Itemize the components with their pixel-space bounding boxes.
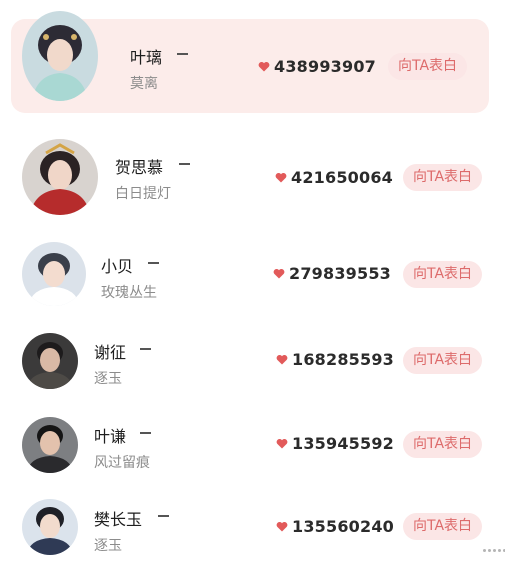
heart-icon bbox=[258, 61, 270, 72]
score: 135560240 bbox=[276, 517, 394, 536]
role-name: 逐玉 bbox=[94, 538, 122, 554]
heart-icon bbox=[276, 438, 288, 449]
score: 438993907 bbox=[258, 57, 376, 76]
role-name: 玫瑰丛生 bbox=[101, 285, 157, 301]
watermark-dots bbox=[483, 549, 505, 552]
score-value: 438993907 bbox=[274, 57, 376, 76]
role-name: 莫离 bbox=[130, 76, 158, 92]
score: 421650064 bbox=[275, 168, 393, 187]
avatar[interactable] bbox=[22, 417, 78, 473]
heart-icon bbox=[273, 268, 285, 279]
score: 279839553 bbox=[273, 264, 391, 283]
score-value: 135945592 bbox=[292, 434, 394, 453]
user-name[interactable]: 谢征 bbox=[94, 339, 126, 363]
user-name[interactable]: 小贝 bbox=[101, 253, 133, 277]
confess-button[interactable]: 向TA表白 bbox=[388, 53, 468, 80]
user-name[interactable]: 叶璃 bbox=[130, 44, 162, 68]
role-name: 白日提灯 bbox=[115, 186, 171, 202]
divider-dash bbox=[177, 53, 188, 55]
avatar[interactable] bbox=[22, 333, 78, 389]
score-value: 168285593 bbox=[292, 350, 394, 369]
score: 135945592 bbox=[276, 434, 394, 453]
user-name[interactable]: 樊长玉 bbox=[94, 506, 142, 530]
score-value: 421650064 bbox=[291, 168, 393, 187]
user-name[interactable]: 贺思慕 bbox=[115, 154, 163, 178]
divider-dash bbox=[140, 432, 151, 434]
divider-dash bbox=[140, 348, 151, 350]
confess-button[interactable]: 向TA表白 bbox=[403, 261, 483, 288]
divider-dash bbox=[158, 515, 169, 517]
heart-icon bbox=[276, 354, 288, 365]
score-value: 279839553 bbox=[289, 264, 391, 283]
user-name[interactable]: 叶谦 bbox=[94, 423, 126, 447]
heart-icon bbox=[276, 521, 288, 532]
score: 168285593 bbox=[276, 350, 394, 369]
avatar[interactable] bbox=[22, 11, 98, 101]
confess-button[interactable]: 向TA表白 bbox=[403, 164, 483, 191]
divider-dash bbox=[148, 262, 159, 264]
confess-button[interactable]: 向TA表白 bbox=[403, 347, 483, 374]
score-value: 135560240 bbox=[292, 517, 394, 536]
ranking-list: 叶璃 莫离 438993907 向TA表白 贺思慕 白日提灯 421650064… bbox=[0, 0, 505, 565]
divider-dash bbox=[179, 163, 190, 165]
avatar[interactable] bbox=[22, 139, 98, 215]
role-name: 风过留痕 bbox=[94, 455, 150, 471]
confess-button[interactable]: 向TA表白 bbox=[403, 513, 483, 540]
role-name: 逐玉 bbox=[94, 371, 122, 387]
avatar[interactable] bbox=[22, 499, 78, 555]
avatar[interactable] bbox=[22, 242, 86, 306]
confess-button[interactable]: 向TA表白 bbox=[403, 431, 483, 458]
heart-icon bbox=[275, 172, 287, 183]
